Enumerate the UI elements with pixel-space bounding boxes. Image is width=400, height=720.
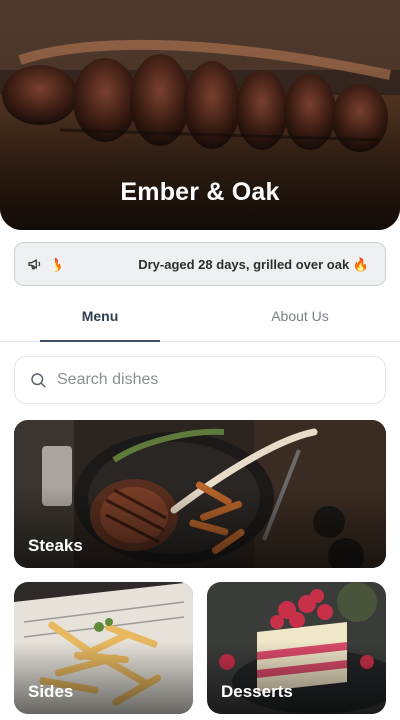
restaurant-name: Ember & Oak [120, 178, 280, 206]
announcement-ghost-text: 🔥 [55, 257, 63, 273]
tab-menu[interactable]: Menu [0, 300, 200, 342]
tab-bar: Menu About Us [0, 300, 400, 342]
category-label-steaks: Steaks [28, 536, 83, 555]
category-card-desserts[interactable]: Desserts [207, 582, 386, 714]
category-label-desserts: Desserts [221, 682, 293, 701]
category-card-sides[interactable]: Sides [14, 582, 193, 714]
megaphone-icon [15, 243, 55, 285]
announcement-text: Dry-aged 28 days, grilled over oak 🔥 [138, 257, 369, 272]
hero-banner: Ember & Oak [0, 0, 400, 230]
category-label-sides: Sides [28, 682, 74, 701]
search-bar [14, 356, 386, 404]
search-input[interactable] [57, 371, 357, 389]
tab-about-us-label: About Us [271, 308, 329, 324]
tab-menu-label: Menu [81, 308, 119, 324]
announcement-marquee: 🔥 Dry-aged 28 days, grilled over oak 🔥 [55, 243, 385, 285]
announcement-banner[interactable]: 🔥 Dry-aged 28 days, grilled over oak 🔥 [14, 242, 386, 286]
category-card-steaks[interactable]: Steaks [14, 420, 386, 568]
search-icon [29, 371, 47, 389]
tab-about-us[interactable]: About Us [200, 300, 400, 341]
